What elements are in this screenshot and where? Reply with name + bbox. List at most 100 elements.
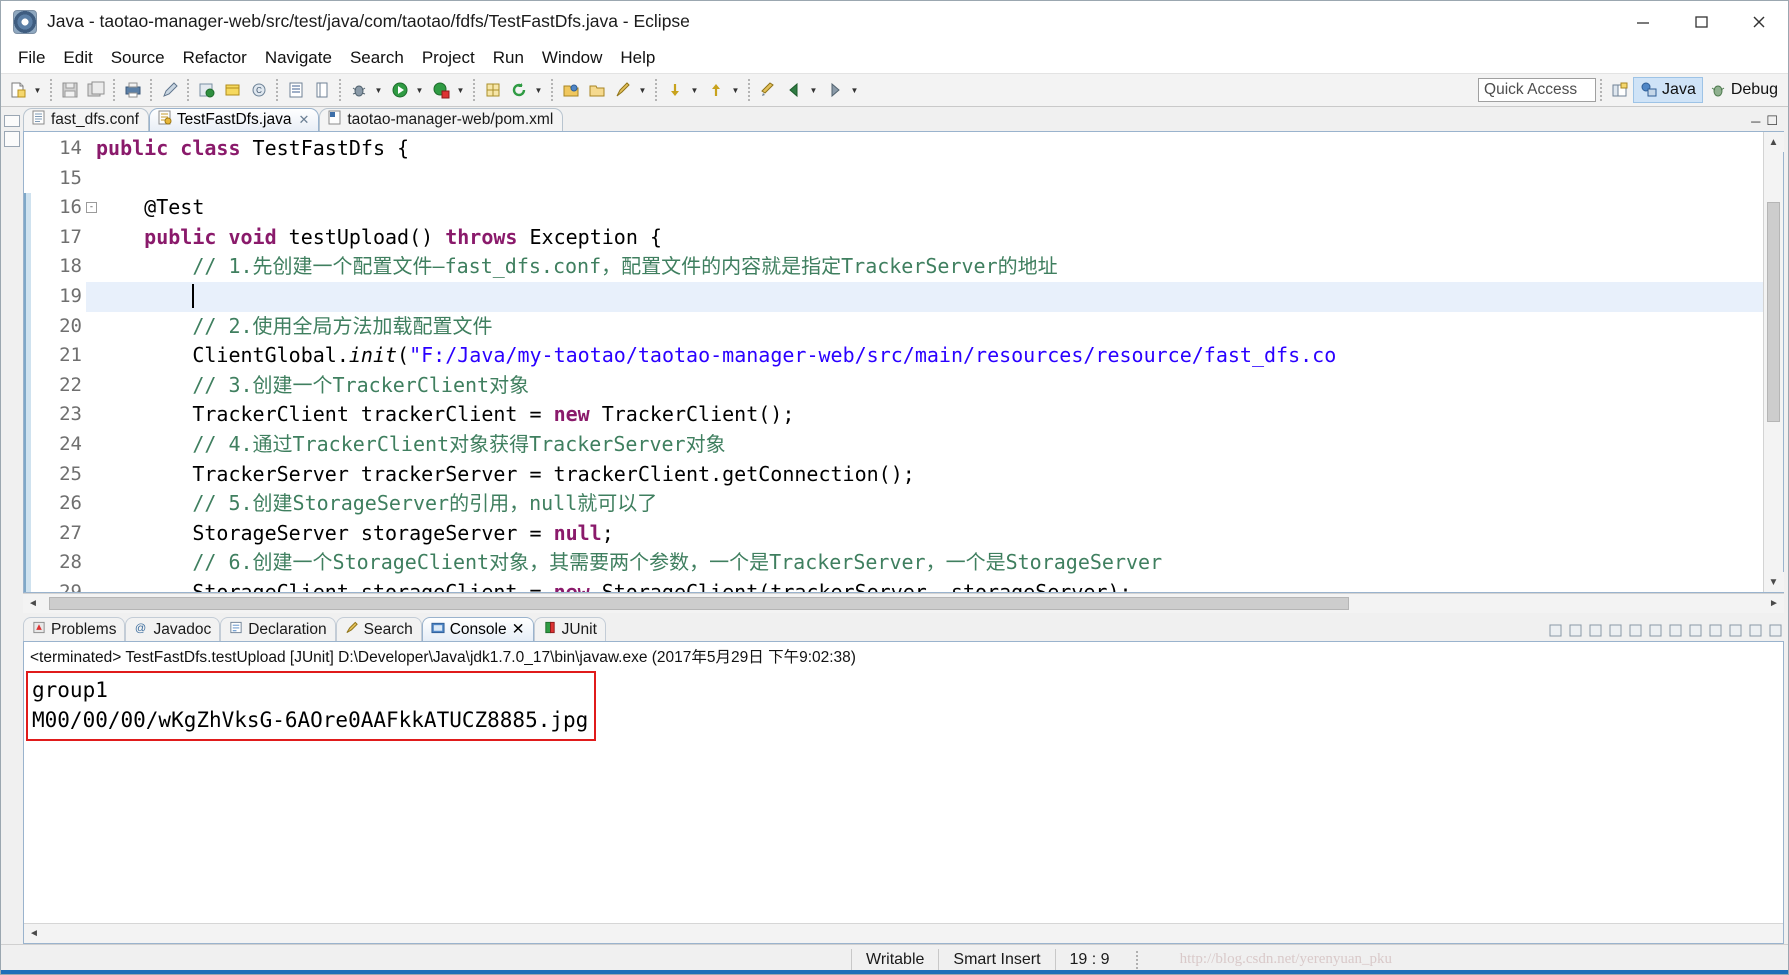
- external-tools-icon[interactable]: [429, 78, 453, 102]
- up-annotation-icon[interactable]: [704, 78, 728, 102]
- external-tools-dropdown-icon[interactable]: ▼: [454, 79, 467, 101]
- class-icon[interactable]: C: [247, 78, 271, 102]
- package-explorer-icon[interactable]: [4, 131, 20, 147]
- code-line[interactable]: // 2.使用全局方法加载配置文件: [86, 312, 1763, 342]
- terminate-all-icon[interactable]: [1547, 622, 1564, 639]
- scroll-left-icon[interactable]: ◄: [23, 594, 43, 614]
- new-file-icon[interactable]: [6, 78, 30, 102]
- back-dropdown-icon[interactable]: ▼: [807, 79, 820, 101]
- code-line[interactable]: // 1.先创建一个配置文件—fast_dfs.conf，配置文件的内容就是指定…: [86, 252, 1763, 282]
- editor-tab-1[interactable]: TestFastDfs.java ✕: [148, 108, 320, 131]
- code-line[interactable]: StorageClient storageClient = new Storag…: [86, 578, 1763, 592]
- hscroll-thumb[interactable]: [49, 597, 1349, 610]
- clear-console-icon[interactable]: [1607, 622, 1624, 639]
- code-content[interactable]: public class TestFastDfs { @Test public …: [86, 132, 1763, 592]
- run-dropdown-icon[interactable]: ▼: [413, 79, 426, 101]
- close-console-tab-icon[interactable]: ✕: [512, 620, 525, 639]
- code-line-current[interactable]: [86, 281, 1763, 312]
- menu-item-edit[interactable]: Edit: [54, 46, 101, 70]
- vscroll-thumb[interactable]: [1767, 202, 1780, 422]
- open-perspective-icon[interactable]: [1608, 78, 1632, 102]
- menu-item-search[interactable]: Search: [341, 46, 413, 70]
- code-line[interactable]: TrackerClient trackerClient = new Tracke…: [86, 400, 1763, 430]
- code-line[interactable]: public class TestFastDfs {: [86, 134, 1763, 164]
- editor-tab-2[interactable]: taotao-manager-web/pom.xml: [319, 108, 564, 131]
- console-tab-console[interactable]: Console ✕: [421, 617, 534, 641]
- display-console-icon[interactable]: [1667, 622, 1684, 639]
- print-icon[interactable]: [121, 78, 145, 102]
- new-console-icon[interactable]: [1707, 622, 1724, 639]
- quick-access-input[interactable]: Quick Access: [1478, 78, 1597, 102]
- menu-item-run[interactable]: Run: [484, 46, 533, 70]
- pin-icon[interactable]: [1647, 622, 1664, 639]
- menu-item-source[interactable]: Source: [102, 46, 174, 70]
- close-button[interactable]: [1730, 1, 1788, 43]
- console-output[interactable]: group1 M00/00/00/wKgZhVksG-6AOre0AAFkkATU…: [24, 669, 1783, 923]
- search-folder-icon[interactable]: [585, 78, 609, 102]
- open-type-icon[interactable]: [284, 78, 308, 102]
- editor-vertical-scrollbar[interactable]: ▲ ▼: [1763, 132, 1784, 592]
- code-line[interactable]: [86, 164, 1763, 194]
- console-tab-problems[interactable]: Problems: [23, 617, 126, 641]
- new-package-icon[interactable]: [481, 78, 505, 102]
- task-icon[interactable]: [310, 78, 334, 102]
- minimize-button[interactable]: [1614, 1, 1672, 43]
- debug-bug-icon[interactable]: [347, 78, 371, 102]
- open-console-icon[interactable]: [1687, 622, 1704, 639]
- editor-tab-0[interactable]: fast_dfs.conf: [23, 108, 149, 131]
- up-annotation-dropdown-icon[interactable]: ▼: [729, 79, 742, 101]
- refresh-icon[interactable]: [507, 78, 531, 102]
- maximize-editor-icon[interactable]: ☐: [1766, 113, 1778, 129]
- menu-item-project[interactable]: Project: [413, 46, 484, 70]
- code-line[interactable]: // 4.通过TrackerClient对象获得TrackerServer对象: [86, 430, 1763, 460]
- menu-item-navigate[interactable]: Navigate: [256, 46, 341, 70]
- code-line[interactable]: // 6.创建一个StorageClient对象，其需要两个参数，一个是Trac…: [86, 548, 1763, 578]
- forward-arrow-icon[interactable]: [823, 78, 847, 102]
- menu-item-file[interactable]: File: [9, 46, 54, 70]
- minimize-icon[interactable]: [1747, 622, 1764, 639]
- search-dropdown-icon[interactable]: ▼: [636, 79, 649, 101]
- search-icon[interactable]: [611, 78, 635, 102]
- restore-view-icon[interactable]: [4, 115, 20, 127]
- code-line[interactable]: ClientGlobal.init("F:/Java/my-taotao/tao…: [86, 341, 1763, 371]
- maximize-button[interactable]: [1672, 1, 1730, 43]
- console-tab-search[interactable]: Search: [335, 617, 422, 641]
- menu-item-refactor[interactable]: Refactor: [174, 46, 256, 70]
- scroll-lock-icon[interactable]: [1627, 622, 1644, 639]
- open-resource-icon[interactable]: [559, 78, 583, 102]
- code-line[interactable]: public void testUpload() throws Exceptio…: [86, 223, 1763, 253]
- menu-item-help[interactable]: Help: [611, 46, 664, 70]
- code-line[interactable]: // 5.创建StorageServer的引用，null就可以了: [86, 489, 1763, 519]
- package-icon[interactable]: [221, 78, 245, 102]
- scroll-up-icon[interactable]: ▲: [1763, 132, 1784, 152]
- menu-item-window[interactable]: Window: [533, 46, 611, 70]
- debug-dropdown-icon[interactable]: ▼: [372, 79, 385, 101]
- perspective-debug[interactable]: Debug: [1703, 77, 1784, 103]
- view-menu-icon[interactable]: [1727, 622, 1744, 639]
- down-annotation-icon[interactable]: [663, 78, 687, 102]
- code-line[interactable]: TrackerServer trackerServer = trackerCli…: [86, 460, 1763, 490]
- console-tab-junit[interactable]: JUnit: [533, 617, 606, 641]
- console-tab-javadoc[interactable]: @ Javadoc: [125, 617, 221, 641]
- remove-icon[interactable]: [1567, 622, 1584, 639]
- console-scroll-left-icon[interactable]: ◄: [24, 924, 44, 944]
- new-file-dropdown-icon[interactable]: ▼: [31, 79, 44, 101]
- scroll-right-icon[interactable]: ►: [1764, 594, 1784, 614]
- console-horizontal-scrollbar[interactable]: ◄: [24, 923, 1783, 943]
- code-editor[interactable]: 14 15 16-17 18 19 20 21 22 23 24 25 26 27 28 29 public…: [23, 131, 1784, 593]
- console-tab-declaration[interactable]: Declaration: [220, 617, 336, 641]
- remove-all-icon[interactable]: [1587, 622, 1604, 639]
- back-arrow-icon[interactable]: [782, 78, 806, 102]
- down-annotation-dropdown-icon[interactable]: ▼: [688, 79, 701, 101]
- save-icon[interactable]: [58, 78, 82, 102]
- save-all-icon[interactable]: [84, 78, 108, 102]
- status-drag-handle[interactable]: [1135, 950, 1158, 969]
- pen-icon[interactable]: [158, 78, 182, 102]
- minimize-editor-icon[interactable]: ─: [1751, 114, 1760, 129]
- code-line[interactable]: StorageServer storageServer = null;: [86, 519, 1763, 549]
- scroll-down-icon[interactable]: ▼: [1763, 572, 1784, 592]
- close-tab-icon[interactable]: ✕: [298, 112, 309, 128]
- perspective-java[interactable]: Java: [1633, 77, 1703, 103]
- java-project-icon[interactable]: [195, 78, 219, 102]
- code-line[interactable]: // 3.创建一个TrackerClient对象: [86, 371, 1763, 401]
